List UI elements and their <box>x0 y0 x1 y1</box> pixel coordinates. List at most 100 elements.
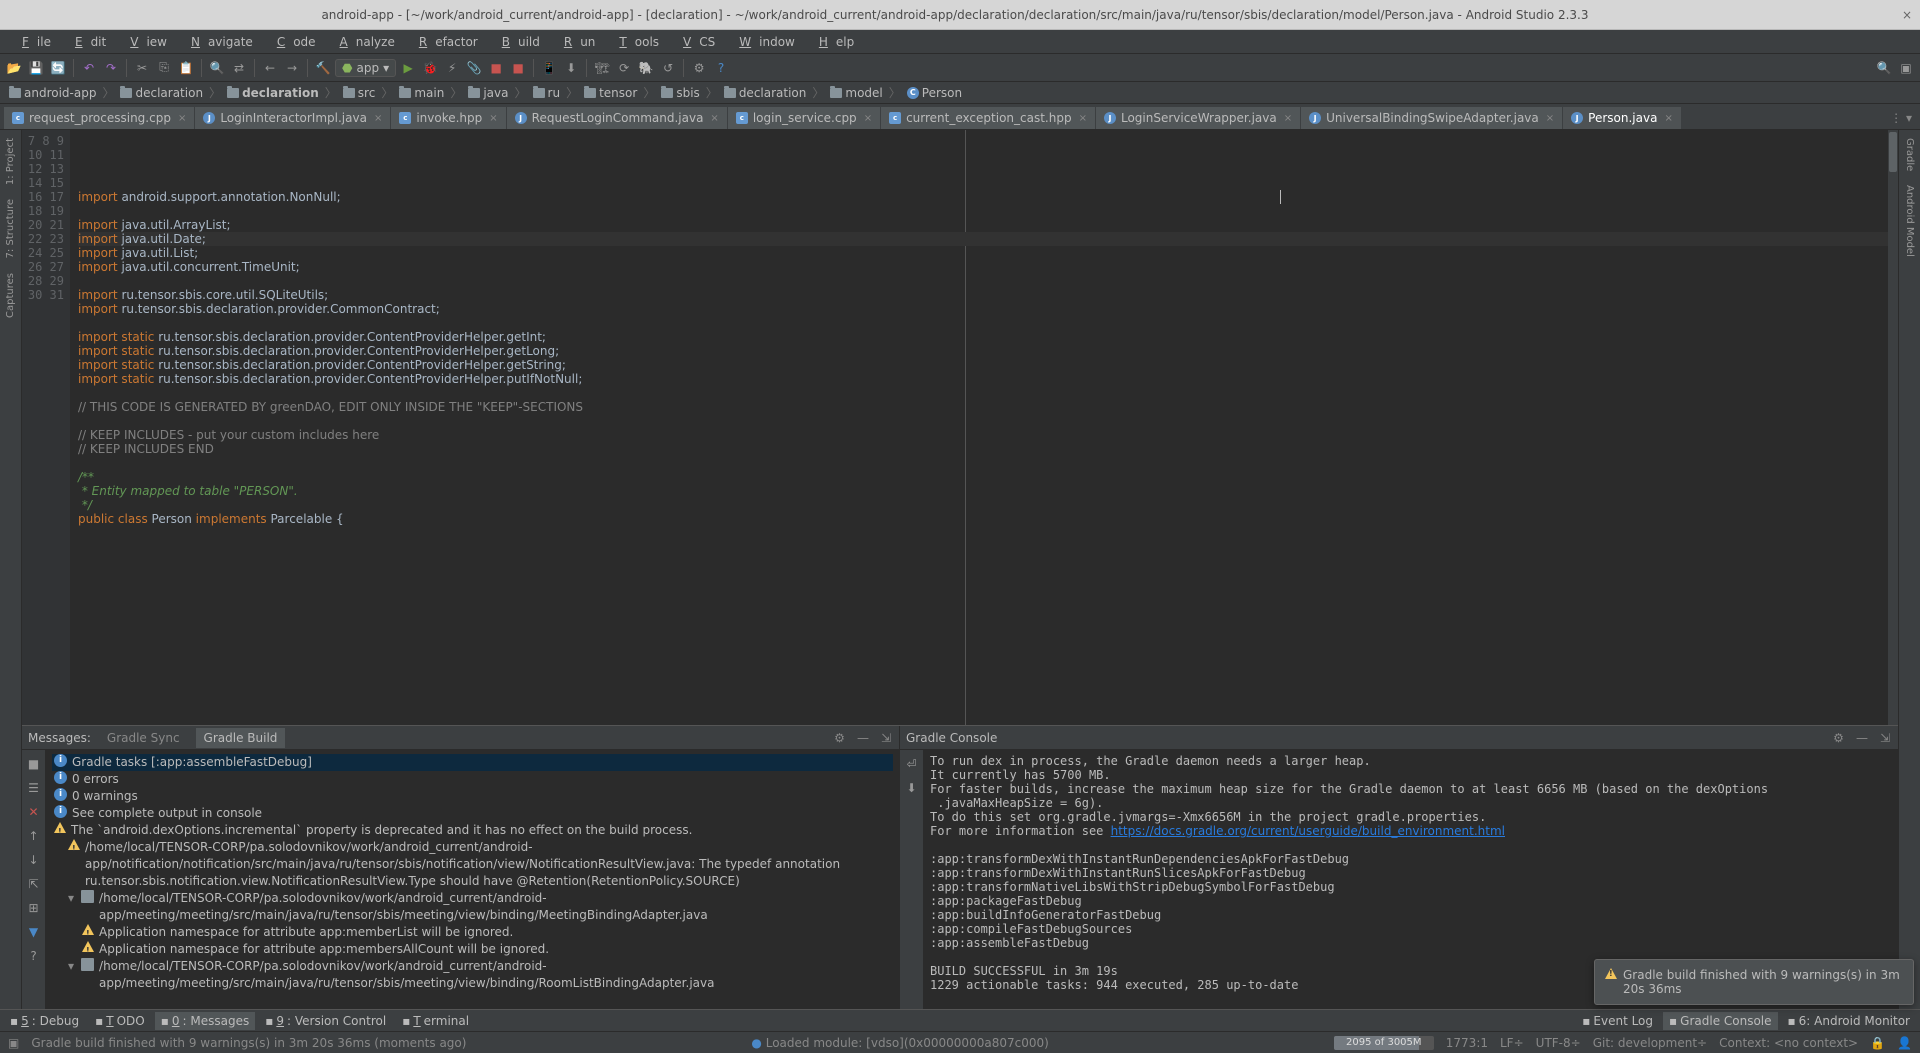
tab-universalbindingswipeadapter-java[interactable]: JUniversalBindingSwipeAdapter.java× <box>1301 107 1563 129</box>
open-icon[interactable]: 📂 <box>4 58 24 78</box>
memory-indicator[interactable]: 2095 of 3005M <box>1334 1036 1434 1050</box>
undo-icon[interactable]: ↶ <box>79 58 99 78</box>
rail-gradle[interactable]: Gradle <box>1903 134 1916 175</box>
sync-icon[interactable]: 🔄 <box>48 58 68 78</box>
forward-icon[interactable]: → <box>282 58 302 78</box>
up-icon[interactable]: ↑ <box>24 826 44 846</box>
revert-icon[interactable]: ↺ <box>658 58 678 78</box>
rail-captures[interactable]: Captures <box>4 269 17 322</box>
attach-icon[interactable]: 📎 <box>464 58 484 78</box>
menu-analyze[interactable]: Analyze <box>324 32 403 52</box>
profile-icon[interactable]: ⚡ <box>442 58 462 78</box>
hide-icon[interactable]: ⇲ <box>879 729 893 747</box>
close-icon[interactable]: × <box>1664 113 1672 124</box>
breadcrumb-sbis[interactable]: sbis <box>658 85 702 101</box>
scroll-icon[interactable]: ⬇ <box>902 778 922 798</box>
message-line[interactable]: i0 errors <box>52 771 893 788</box>
code-content[interactable]: import android.support.annotation.NonNul… <box>70 130 1898 725</box>
rail-android-model[interactable]: Android Model <box>1903 181 1916 261</box>
gradle-sync-tab[interactable]: Gradle Sync <box>99 728 188 748</box>
collapse-icon[interactable]: ▾ <box>68 890 74 907</box>
bottombar-terminal[interactable]: ▪Terminal <box>396 1012 475 1030</box>
sdk-icon[interactable]: ⬇ <box>561 58 581 78</box>
filter-icon[interactable]: ▼ <box>24 922 44 942</box>
export-icon[interactable]: ⇱ <box>24 874 44 894</box>
menu-navigate[interactable]: Navigate <box>175 32 261 52</box>
message-line[interactable]: Application namespace for attribute app:… <box>52 941 893 958</box>
toggle-panels-icon[interactable]: ▣ <box>1896 58 1916 78</box>
gear-icon[interactable]: ⚙ <box>832 729 847 747</box>
debug-icon[interactable]: 🐞 <box>420 58 440 78</box>
tab-loginservicewrapper-java[interactable]: JLoginServiceWrapper.java× <box>1096 107 1301 129</box>
menu-refactor[interactable]: Refactor <box>403 32 486 52</box>
messages-content[interactable]: iGradle tasks [:app:assembleFastDebug]i0… <box>46 750 899 1009</box>
close-icon[interactable]: × <box>374 113 382 124</box>
bottombar-9--version-control[interactable]: ▪9: Version Control <box>259 1012 392 1030</box>
message-line[interactable]: ▾/home/local/TENSOR-CORP/pa.solodovnikov… <box>52 958 893 992</box>
hector-icon[interactable]: 👤 <box>1897 1036 1912 1050</box>
close-icon[interactable]: × <box>178 113 186 124</box>
copy-icon[interactable]: ⎘ <box>154 58 174 78</box>
collapse-icon[interactable]: ▾ <box>68 958 74 975</box>
breadcrumb-model[interactable]: model <box>827 85 885 101</box>
menu-window[interactable]: Window <box>723 32 803 52</box>
scroll-thumb[interactable] <box>1889 132 1897 172</box>
run-icon[interactable]: ▶ <box>398 58 418 78</box>
close-icon[interactable]: × <box>710 113 718 124</box>
menu-vcs[interactable]: VCS <box>667 32 723 52</box>
help-icon[interactable]: ? <box>24 946 44 966</box>
tab-login_service-cpp[interactable]: clogin_service.cpp× <box>728 107 881 129</box>
more-tabs-icon[interactable]: ⋮ ▾ <box>1886 107 1916 129</box>
file-encoding[interactable]: UTF-8÷ <box>1536 1036 1581 1050</box>
hide-icon[interactable]: ⇲ <box>1878 729 1892 747</box>
bottombar-6--android-monitor[interactable]: ▪6: Android Monitor <box>1782 1012 1916 1030</box>
redo-icon[interactable]: ↷ <box>101 58 121 78</box>
breadcrumb-declaration[interactable]: declaration <box>721 85 810 101</box>
menu-run[interactable]: Run <box>548 32 604 52</box>
save-icon[interactable]: 💾 <box>26 58 46 78</box>
tab-requestlogincommand-java[interactable]: JRequestLoginCommand.java× <box>507 107 728 129</box>
bottombar-todo[interactable]: ▪TODO <box>89 1012 151 1030</box>
code-editor[interactable]: 7 8 9 10 11 12 13 14 15 16 17 18 19 20 2… <box>22 130 1898 725</box>
bottombar-event-log[interactable]: ▪Event Log <box>1576 1012 1659 1030</box>
tab-current_exception_cast-hpp[interactable]: ccurrent_exception_cast.hpp× <box>881 107 1096 129</box>
close-icon[interactable]: × <box>864 113 872 124</box>
avd-icon[interactable]: 📱 <box>539 58 559 78</box>
rail-7--structure[interactable]: 7: Structure <box>4 195 17 262</box>
message-line[interactable]: ▾/home/local/TENSOR-CORP/pa.solodovnikov… <box>52 890 893 924</box>
tab-person-java[interactable]: JPerson.java× <box>1563 107 1682 129</box>
minimize-icon[interactable]: — <box>855 729 871 747</box>
breadcrumb-declaration[interactable]: declaration <box>117 85 206 101</box>
git-branch[interactable]: Git: development÷ <box>1593 1036 1707 1050</box>
cut-icon[interactable]: ✂ <box>132 58 152 78</box>
toggle-tools-icon[interactable]: ▣ <box>8 1036 19 1050</box>
structure-icon[interactable]: 🏗 <box>592 58 612 78</box>
message-line[interactable]: i0 warnings <box>52 788 893 805</box>
back-icon[interactable]: ← <box>260 58 280 78</box>
docs-link[interactable]: https://docs.gradle.org/current/userguid… <box>1111 824 1505 838</box>
menu-edit[interactable]: Edit <box>59 32 114 52</box>
paste-icon[interactable]: 📋 <box>176 58 196 78</box>
breadcrumb-java[interactable]: java <box>465 85 511 101</box>
group-icon[interactable]: ☰ <box>24 778 44 798</box>
context-widget[interactable]: Context: <no context> <box>1719 1036 1858 1050</box>
breadcrumb-android-app[interactable]: android-app <box>6 85 99 101</box>
replace-icon[interactable]: ⇄ <box>229 58 249 78</box>
breadcrumb-tensor[interactable]: tensor <box>581 85 640 101</box>
wrap-icon[interactable]: ⏎ <box>902 754 922 774</box>
menu-help[interactable]: Help <box>803 32 862 52</box>
message-line[interactable]: iGradle tasks [:app:assembleFastDebug] <box>52 754 893 771</box>
stop-icon[interactable]: ■ <box>24 754 44 774</box>
gradle-icon[interactable]: 🐘 <box>636 58 656 78</box>
stop2-icon[interactable]: ■ <box>508 58 528 78</box>
message-line[interactable]: Application namespace for attribute app:… <box>52 924 893 941</box>
gear-icon[interactable]: ⚙ <box>1831 729 1846 747</box>
run-configuration-dropdown[interactable]: ⬣ app ▾ <box>335 59 396 77</box>
rail-1--project[interactable]: 1: Project <box>4 134 17 189</box>
breadcrumb-person[interactable]: CPerson <box>904 85 965 101</box>
menu-view[interactable]: View <box>114 32 175 52</box>
gradle-build-tab[interactable]: Gradle Build <box>196 728 286 748</box>
window-close-button[interactable]: × <box>1902 8 1912 22</box>
close-icon[interactable]: × <box>1079 113 1087 124</box>
down-icon[interactable]: ↓ <box>24 850 44 870</box>
